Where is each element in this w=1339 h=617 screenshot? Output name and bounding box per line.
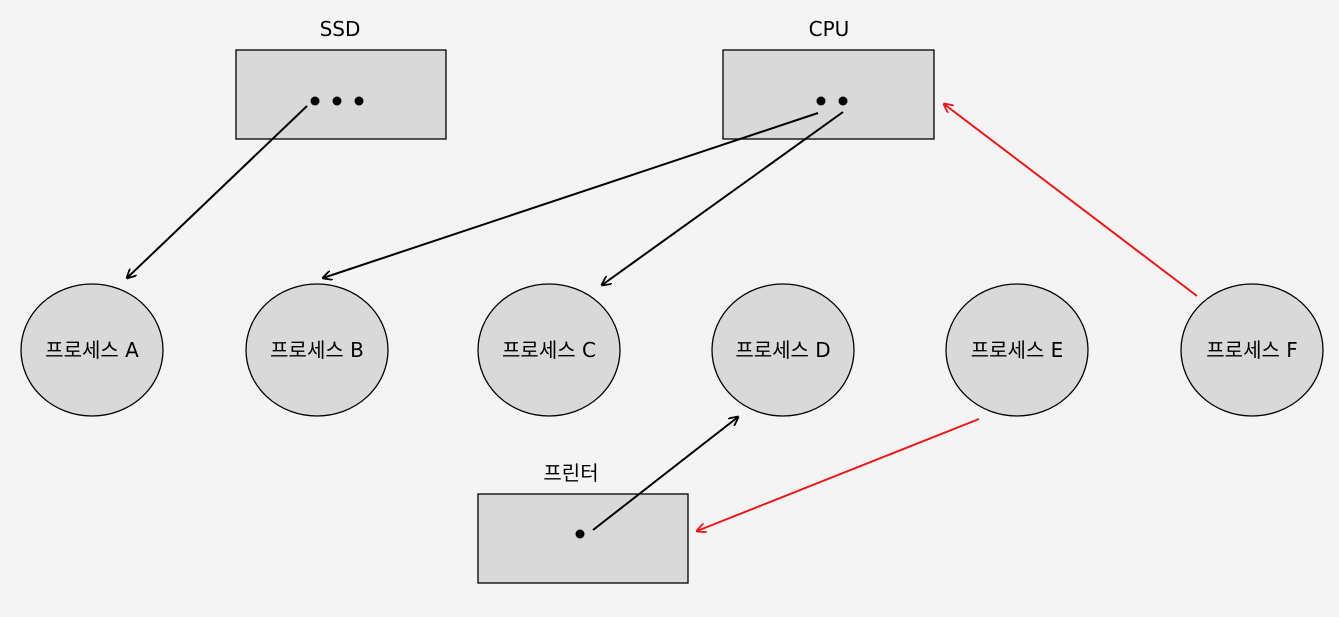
- process-c: 프로세스 C: [477, 283, 621, 417]
- process-f-label: 프로세스 F: [1206, 338, 1297, 362]
- process-e-label: 프로세스 E: [971, 338, 1064, 362]
- process-f: 프로세스 F: [1180, 283, 1324, 417]
- resource-ssd-label: SSD: [320, 17, 361, 41]
- edge-process-f-to-cpu: [944, 104, 1198, 297]
- process-b-label: 프로세스 B: [270, 338, 364, 362]
- process-c-label: 프로세스 C: [502, 338, 596, 362]
- ssd-instance-dot: [354, 96, 364, 106]
- ssd-instance-dot: [310, 96, 320, 106]
- resource-ssd: SSD: [235, 17, 447, 140]
- process-b: 프로세스 B: [245, 283, 389, 417]
- resource-allocation-graph: SSD CPU 프린터 프로세스 A 프로세스 B 프로세스 C 프로세스 D …: [20, 17, 1324, 584]
- resource-printer-label: 프린터: [543, 461, 598, 485]
- process-d-label: 프로세스 D: [735, 338, 830, 362]
- resource-cpu-label: CPU: [809, 17, 850, 41]
- resource-cpu: CPU: [722, 17, 935, 140]
- cpu-instance-dot: [816, 96, 826, 106]
- resource-cpu-box: [722, 49, 935, 140]
- edge-process-e-to-printer: [697, 418, 980, 531]
- ssd-instance-dot: [332, 96, 342, 106]
- process-a: 프로세스 A: [20, 283, 164, 417]
- cpu-instance-dot: [838, 96, 848, 106]
- process-a-label: 프로세스 A: [45, 338, 139, 362]
- edge-ssd-to-process-a: [127, 105, 308, 278]
- printer-instance-dot: [575, 529, 585, 539]
- process-d: 프로세스 D: [711, 283, 855, 417]
- resource-ssd-box: [235, 49, 447, 140]
- process-e: 프로세스 E: [945, 283, 1089, 417]
- resource-printer-box: [477, 493, 689, 584]
